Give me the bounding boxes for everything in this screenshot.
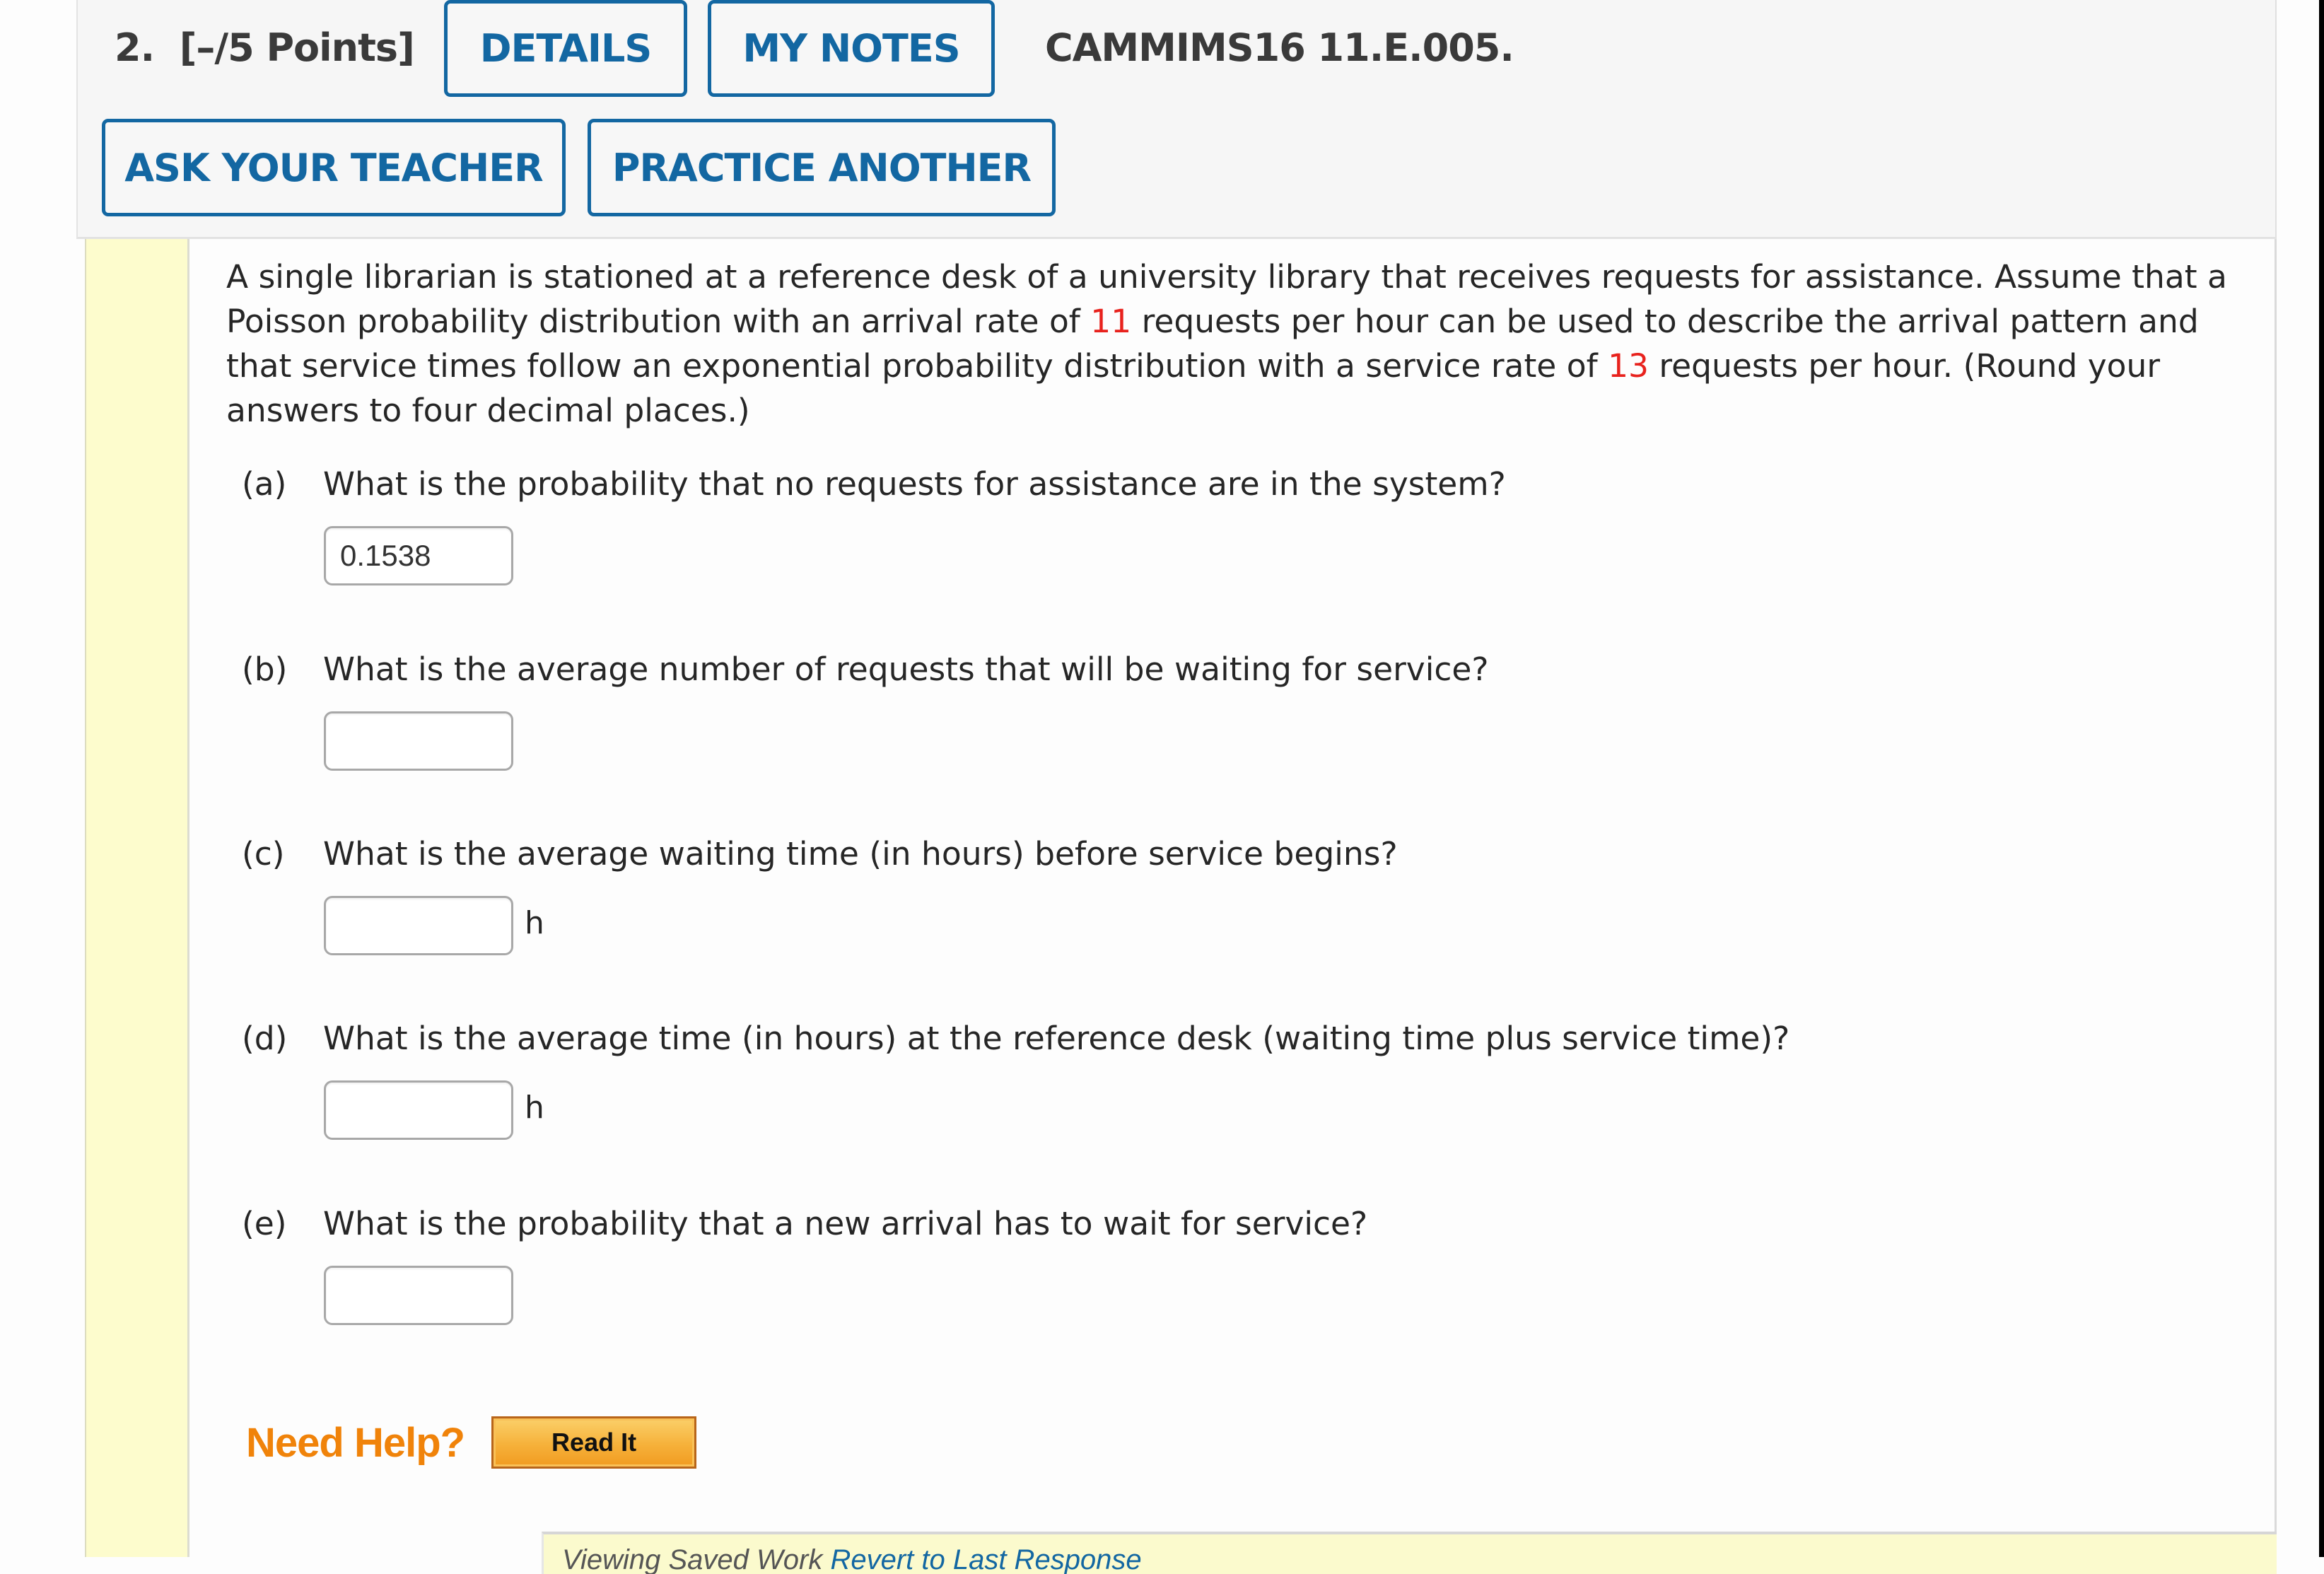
service-rate-value: 13 bbox=[1608, 347, 1649, 385]
problem-statement: A single librarian is stationed at a ref… bbox=[226, 255, 2248, 433]
part-label: (d) bbox=[242, 1020, 288, 1057]
question-body: A single librarian is stationed at a ref… bbox=[189, 239, 2277, 1574]
screen-edge bbox=[2319, 0, 2324, 1557]
my-notes-button[interactable]: MY NOTES bbox=[708, 0, 995, 97]
arrival-rate-value: 11 bbox=[1090, 303, 1132, 340]
answer-input-a[interactable] bbox=[324, 526, 513, 585]
revert-link[interactable]: Revert to Last Response bbox=[830, 1544, 1141, 1574]
answer-input-c[interactable] bbox=[324, 896, 513, 955]
need-help-label: Need Help? bbox=[246, 1419, 465, 1466]
part-label: (c) bbox=[242, 835, 285, 873]
question-side-stripe bbox=[85, 239, 189, 1557]
part-question: What is the probability that a new arriv… bbox=[323, 1205, 1368, 1242]
answer-input-e[interactable] bbox=[324, 1266, 513, 1325]
ask-your-teacher-button[interactable]: ASK YOUR TEACHER bbox=[102, 119, 566, 216]
read-it-button[interactable]: Read It bbox=[491, 1416, 697, 1469]
answer-input-b[interactable] bbox=[324, 711, 513, 771]
part-label: (b) bbox=[242, 651, 288, 688]
saved-work-bar: Viewing Saved Work Revert to Last Respon… bbox=[542, 1532, 2277, 1574]
part-label: (e) bbox=[242, 1205, 287, 1242]
question-number: 2. bbox=[115, 25, 155, 70]
saved-work-label: Viewing Saved Work bbox=[562, 1544, 831, 1574]
unit-label: h bbox=[525, 1089, 544, 1126]
practice-another-button[interactable]: PRACTICE ANOTHER bbox=[588, 119, 1056, 216]
part-question: What is the average time (in hours) at t… bbox=[323, 1020, 1790, 1057]
question-code: CAMMIMS16 11.E.005. bbox=[1045, 25, 1514, 70]
details-button[interactable]: DETAILS bbox=[444, 0, 687, 97]
points-label: [–/5 Points] bbox=[179, 25, 415, 70]
question-header: 2. [–/5 Points] DETAILS MY NOTES CAMMIMS… bbox=[76, 0, 2277, 239]
question-points: 2. [–/5 Points] bbox=[115, 25, 415, 70]
need-help-section: Need Help? Read It bbox=[246, 1416, 697, 1469]
unit-label: h bbox=[525, 904, 544, 941]
answer-input-d[interactable] bbox=[324, 1080, 513, 1140]
part-question: What is the probability that no requests… bbox=[323, 465, 1506, 503]
part-question: What is the average waiting time (in hou… bbox=[323, 835, 1398, 873]
part-question: What is the average number of requests t… bbox=[323, 651, 1489, 688]
part-label: (a) bbox=[242, 465, 287, 503]
